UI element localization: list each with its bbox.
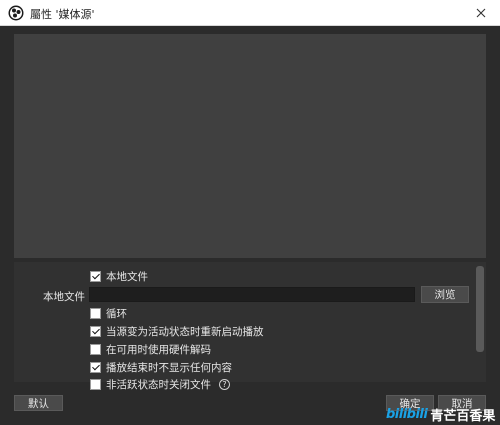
bilibili-watermark: bilibili 青芒百香果 xyxy=(386,404,495,424)
media-preview xyxy=(14,34,486,258)
restart-on-active-checkbox[interactable] xyxy=(90,325,101,337)
bilibili-logo: bilibili xyxy=(386,406,428,422)
close-button[interactable] xyxy=(468,2,494,24)
properties-panel xyxy=(14,262,486,382)
hide-on-end-checkbox[interactable] xyxy=(90,361,101,373)
local-file-checkbox-row[interactable]: 本地文件 xyxy=(90,269,148,283)
watermark-text: 青芒百香果 xyxy=(430,408,496,424)
browse-button[interactable]: 浏览 xyxy=(421,286,469,303)
close-when-inactive-checkbox[interactable] xyxy=(90,378,101,390)
properties-scrollbar[interactable] xyxy=(476,266,484,352)
hw-decode-checkbox-label: 在可用时使用硬件解码 xyxy=(106,343,211,356)
hide-on-end-checkbox-label: 播放结束时不显示任何内容 xyxy=(106,361,232,374)
restart-on-active-checkbox-label: 当源变为活动状态时重新启动播放 xyxy=(106,325,264,338)
hide-on-end-checkbox-row[interactable]: 播放结束时不显示任何内容 xyxy=(90,360,232,374)
local-file-field-label: 本地文件 xyxy=(43,291,85,303)
local-file-checkbox-label: 本地文件 xyxy=(106,270,148,283)
defaults-button[interactable]: 默认 xyxy=(14,395,63,411)
hw-decode-checkbox[interactable] xyxy=(90,343,101,355)
restart-on-active-checkbox-row[interactable]: 当源变为活动状态时重新启动播放 xyxy=(90,324,264,338)
close-icon xyxy=(476,8,486,18)
loop-checkbox-label: 循环 xyxy=(106,307,127,320)
help-icon[interactable]: ? xyxy=(219,378,230,390)
window-title: 屬性 '媒体源' xyxy=(30,8,95,21)
loop-checkbox-row[interactable]: 循环 xyxy=(90,306,127,320)
title-bar: 屬性 '媒体源' xyxy=(0,0,500,26)
local-file-path-input[interactable] xyxy=(89,287,415,302)
hw-decode-checkbox-row[interactable]: 在可用时使用硬件解码 xyxy=(90,342,211,356)
close-when-inactive-checkbox-row[interactable]: 非活跃状态时关闭文件 ? xyxy=(90,377,230,391)
close-when-inactive-checkbox-label: 非活跃状态时关闭文件 xyxy=(106,378,211,391)
local-file-checkbox[interactable] xyxy=(90,270,101,282)
obs-logo-icon xyxy=(8,5,24,21)
loop-checkbox[interactable] xyxy=(90,307,101,319)
